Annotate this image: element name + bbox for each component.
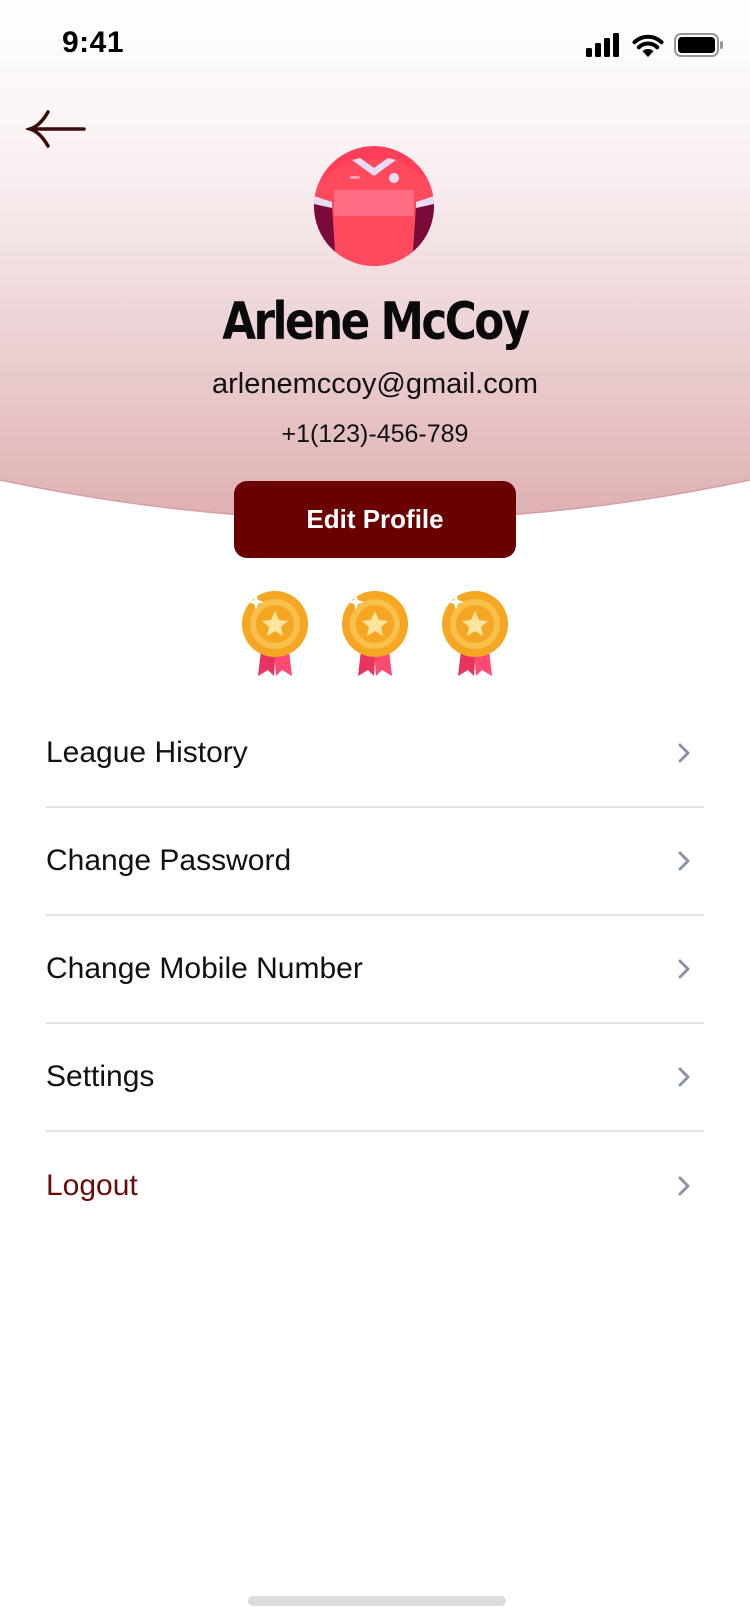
avatar[interactable] bbox=[314, 146, 434, 266]
medal-icon bbox=[440, 590, 510, 678]
menu-item-label: Settings bbox=[46, 1060, 155, 1093]
home-indicator[interactable] bbox=[248, 1596, 506, 1606]
medals-row bbox=[0, 590, 750, 680]
menu-item-change-mobile-number[interactable]: Change Mobile Number bbox=[46, 916, 704, 1024]
chevron-right-icon bbox=[678, 1067, 690, 1087]
profile-screen: 9:41 Arlene McCoy arlenemccoy@gmail.com … bbox=[0, 0, 750, 1624]
chevron-right-icon bbox=[678, 1176, 690, 1196]
menu-list: League History Change Password Change Mo… bbox=[46, 700, 704, 1240]
wifi-icon bbox=[632, 34, 664, 57]
status-icons bbox=[586, 30, 724, 60]
menu-item-label: Logout bbox=[46, 1169, 138, 1202]
menu-item-change-password[interactable]: Change Password bbox=[46, 808, 704, 916]
chevron-right-icon bbox=[678, 851, 690, 871]
menu-item-label: Change Password bbox=[46, 844, 292, 877]
profile-phone: +1(123)-456-789 bbox=[281, 420, 469, 448]
signal-icon bbox=[586, 33, 619, 57]
profile-name: Arlene McCoy bbox=[222, 292, 530, 352]
jersey-icon bbox=[314, 146, 434, 266]
menu-item-league-history[interactable]: League History bbox=[46, 700, 704, 808]
profile-email: arlenemccoy@gmail.com bbox=[212, 368, 538, 400]
medal-icon bbox=[240, 590, 310, 678]
menu-item-logout[interactable]: Logout bbox=[46, 1132, 704, 1240]
menu-item-settings[interactable]: Settings bbox=[46, 1024, 704, 1132]
menu-item-label: League History bbox=[46, 736, 248, 769]
chevron-right-icon bbox=[678, 959, 690, 979]
medal-icon bbox=[340, 590, 410, 678]
menu-item-label: Change Mobile Number bbox=[46, 952, 363, 985]
status-time: 9:41 bbox=[62, 26, 125, 59]
status-bar: 9:41 bbox=[0, 0, 750, 90]
arrow-left-icon bbox=[23, 110, 86, 148]
back-button[interactable] bbox=[23, 104, 92, 154]
chevron-right-icon bbox=[678, 743, 690, 763]
edit-profile-button[interactable]: Edit Profile bbox=[234, 481, 516, 558]
battery-icon bbox=[674, 33, 723, 57]
